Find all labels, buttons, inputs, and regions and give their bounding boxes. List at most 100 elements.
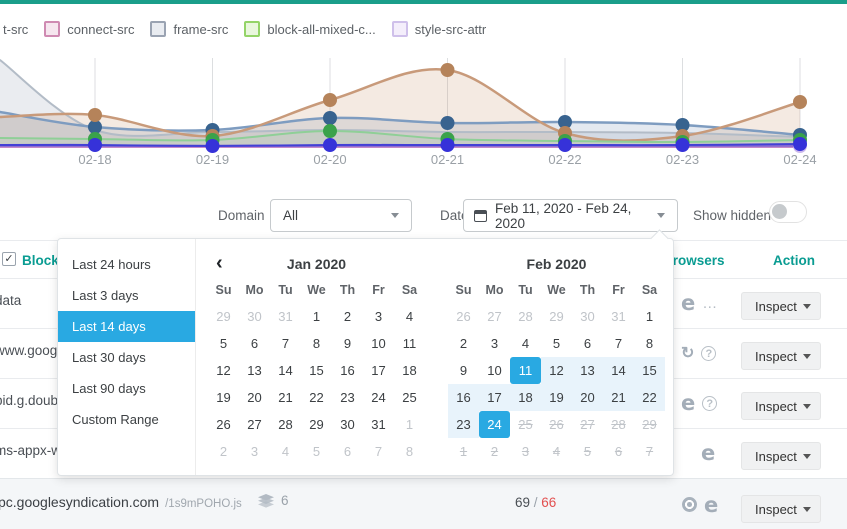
day-cell[interactable]: 2 [332,303,363,330]
range-option-last-3-days[interactable]: Last 3 days [58,280,195,311]
day-cell[interactable]: 8 [634,330,665,357]
range-option-last-90-days[interactable]: Last 90 days [58,373,195,404]
day-cell[interactable]: 15 [301,357,332,384]
day-cell[interactable]: 21 [603,384,634,411]
day-cell[interactable]: 9 [448,357,479,384]
day-cell[interactable]: 10 [479,357,510,384]
chart-dot-green[interactable] [323,124,337,138]
day-cell[interactable]: 2 [208,438,239,465]
day-cell[interactable]: 7 [270,330,301,357]
chart-dot-steel-blue[interactable] [441,116,455,130]
range-option-last-24-hours[interactable]: Last 24 hours [58,249,195,280]
day-cell[interactable]: 25 [394,384,425,411]
day-cell[interactable]: 11 [510,357,541,384]
show-hidden-toggle[interactable] [769,201,807,223]
day-cell[interactable]: 31 [270,303,301,330]
day-cell[interactable]: 23 [448,411,479,438]
day-cell[interactable]: 28 [510,303,541,330]
chart-dot-indigo[interactable] [88,138,102,152]
day-cell[interactable]: 30 [239,303,270,330]
day-cell[interactable]: 26 [208,411,239,438]
chart-dot-indigo[interactable] [323,138,337,152]
day-cell[interactable]: 26 [448,303,479,330]
day-cell[interactable]: 24 [363,384,394,411]
day-cell[interactable]: 27 [239,411,270,438]
day-cell[interactable]: 30 [332,411,363,438]
day-cell[interactable]: 5 [541,330,572,357]
select-all-checkbox[interactable]: ✓ [2,252,16,266]
date-range-input[interactable]: Feb 11, 2020 - Feb 24, 2020 [463,199,678,232]
day-cell[interactable]: 13 [572,357,603,384]
day-cell[interactable]: 6 [332,438,363,465]
chart-dot-tan[interactable] [441,63,455,77]
day-cell[interactable]: 10 [363,330,394,357]
day-cell[interactable]: 18 [394,357,425,384]
day-cell[interactable]: 29 [208,303,239,330]
day-cell[interactable]: 27 [479,303,510,330]
day-cell[interactable]: 4 [270,438,301,465]
day-cell[interactable]: 4 [394,303,425,330]
day-cell[interactable]: 17 [479,384,510,411]
chart-dot-indigo[interactable] [793,137,807,151]
day-cell[interactable]: 9 [332,330,363,357]
range-option-custom-range[interactable]: Custom Range [58,404,195,435]
inspect-button[interactable]: Inspect [741,292,821,320]
day-cell[interactable]: 3 [363,303,394,330]
inspect-button[interactable]: Inspect [741,442,821,470]
legend-item-frame-src[interactable]: frame-src [150,21,228,37]
inspect-button[interactable]: Inspect [741,392,821,420]
legend-item-style-src-attr[interactable]: style-src-attr [392,21,487,37]
day-cell[interactable]: 2 [448,330,479,357]
day-cell[interactable]: 1 [301,303,332,330]
day-cell[interactable]: 29 [541,303,572,330]
day-cell[interactable]: 3 [239,438,270,465]
day-cell[interactable]: 3 [479,330,510,357]
day-cell[interactable]: 4 [510,330,541,357]
legend-item-block-all-mixed-c[interactable]: block-all-mixed-c... [244,21,375,37]
day-cell[interactable]: 20 [239,384,270,411]
chart-dot-tan[interactable] [793,95,807,109]
day-cell[interactable]: 5 [208,330,239,357]
day-cell[interactable]: 24 [479,411,510,438]
day-cell[interactable]: 1 [394,411,425,438]
day-cell[interactable]: 6 [239,330,270,357]
day-cell[interactable]: 8 [394,438,425,465]
range-option-last-30-days[interactable]: Last 30 days [58,342,195,373]
inspect-button[interactable]: Inspect [741,342,821,370]
chart-dot-steel-blue[interactable] [88,120,102,134]
day-cell[interactable]: 31 [363,411,394,438]
day-cell[interactable]: 12 [208,357,239,384]
legend-item-connect-src[interactable]: connect-src [44,21,134,37]
day-cell[interactable]: 19 [208,384,239,411]
day-cell[interactable]: 7 [363,438,394,465]
chart-dot-tan[interactable] [88,108,102,122]
day-cell[interactable]: 11 [394,330,425,357]
chart-dot-indigo[interactable] [676,138,690,152]
day-cell[interactable]: 1 [634,303,665,330]
day-cell[interactable]: 13 [239,357,270,384]
day-cell[interactable]: 28 [270,411,301,438]
day-cell[interactable]: 30 [572,303,603,330]
day-cell[interactable]: 6 [572,330,603,357]
day-cell[interactable]: 14 [603,357,634,384]
day-cell[interactable]: 22 [301,384,332,411]
day-cell[interactable]: 18 [510,384,541,411]
day-cell[interactable]: 5 [301,438,332,465]
day-cell[interactable]: 31 [603,303,634,330]
prev-month-icon[interactable]: ‹ [216,251,223,275]
day-cell[interactable]: 19 [541,384,572,411]
chart-dot-indigo[interactable] [206,139,220,153]
day-cell[interactable]: 7 [603,330,634,357]
day-cell[interactable]: 16 [448,384,479,411]
chart-dot-indigo[interactable] [441,138,455,152]
range-option-last-14-days[interactable]: Last 14 days [58,311,195,342]
legend-item-t-src[interactable]: t-src [3,22,28,37]
chart-dot-indigo[interactable] [558,138,572,152]
day-cell[interactable]: 21 [270,384,301,411]
day-cell[interactable]: 14 [270,357,301,384]
day-cell[interactable]: 23 [332,384,363,411]
day-cell[interactable]: 20 [572,384,603,411]
day-cell[interactable]: 22 [634,384,665,411]
day-cell[interactable]: 12 [541,357,572,384]
day-cell[interactable]: 15 [634,357,665,384]
